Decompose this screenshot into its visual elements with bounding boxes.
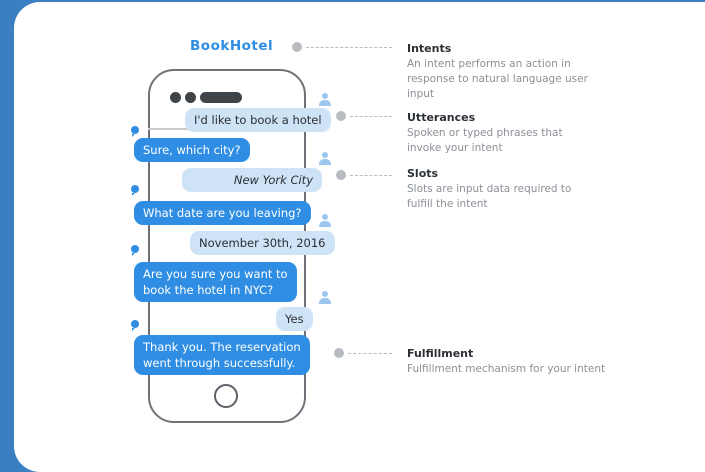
slots-description: Slots are input data required to fulfill…: [407, 182, 597, 212]
phone-sensor-dot: [185, 92, 196, 103]
bot-message-4: Thank you. The reservation went through …: [134, 335, 310, 375]
intents-desc-line-3: input: [407, 88, 435, 100]
user-message-4: Yes: [276, 307, 313, 331]
fulfillment-title: Fulfillment: [407, 347, 474, 360]
bot-message-4-line-1: Thank you. The reservation: [143, 340, 301, 354]
fulfillment-description: Fulfillment mechanism for your intent: [407, 362, 627, 377]
intents-connector-dot: [292, 42, 302, 52]
bot-message-3-line-2: book the hotel in NYC?: [143, 283, 274, 297]
slots-connector-dot: [336, 170, 346, 180]
slots-desc-line-2: fulfill the intent: [407, 198, 488, 210]
chat-bubble-icon: [131, 245, 139, 256]
user-message-1: I'd like to book a hotel: [185, 108, 331, 132]
utterances-desc-line-1: Spoken or typed phrases that: [407, 127, 563, 139]
bot-message-1: Sure, which city?: [134, 138, 250, 162]
utterances-desc-line-2: invoke your intent: [407, 142, 503, 154]
intents-description: An intent performs an action in response…: [407, 57, 597, 102]
bot-message-4-line-2: went through successfully.: [143, 356, 296, 370]
user-message-3: November 30th, 2016: [190, 231, 335, 255]
intents-connector-line: [306, 47, 392, 48]
app-title: BookHotel: [190, 38, 274, 54]
utterances-title: Utterances: [407, 111, 476, 124]
chat-bubble-icon: [131, 126, 139, 137]
chat-bubble-icon: [131, 185, 139, 196]
fulfillment-connector-line: [348, 353, 392, 354]
slots-title: Slots: [407, 167, 439, 180]
bot-message-3-line-1: Are you sure you want to: [143, 267, 288, 281]
background-frame: [0, 0, 14, 438]
intents-desc-line-2: response to natural language user: [407, 73, 588, 85]
person-icon: [319, 214, 331, 227]
intents-desc-line-1: An intent performs an action in: [407, 58, 571, 70]
city-slot-value: New York City: [233, 173, 313, 187]
utterances-description: Spoken or typed phrases that invoke your…: [407, 126, 597, 156]
user-message-2: New York City: [182, 168, 322, 192]
person-icon: [319, 291, 331, 304]
intents-title: Intents: [407, 42, 452, 55]
fulfillment-desc-line-1: Fulfillment mechanism for your intent: [407, 363, 606, 375]
utterances-connector-dot: [336, 111, 346, 121]
slots-connector-line: [350, 175, 392, 176]
fulfillment-connector-dot: [334, 348, 344, 358]
phone-speaker: [200, 92, 242, 103]
bot-message-2: What date are you leaving?: [134, 201, 311, 225]
phone-camera-dot: [170, 92, 181, 103]
person-icon: [319, 93, 331, 106]
diagram-card: [14, 2, 705, 472]
phone-home-button: [214, 384, 238, 408]
person-icon: [319, 152, 331, 165]
bot-message-3: Are you sure you want to book the hotel …: [134, 262, 297, 302]
slots-desc-line-1: Slots are input data required to: [407, 183, 572, 195]
utterances-connector-line: [350, 116, 392, 117]
chat-bubble-icon: [131, 320, 139, 331]
